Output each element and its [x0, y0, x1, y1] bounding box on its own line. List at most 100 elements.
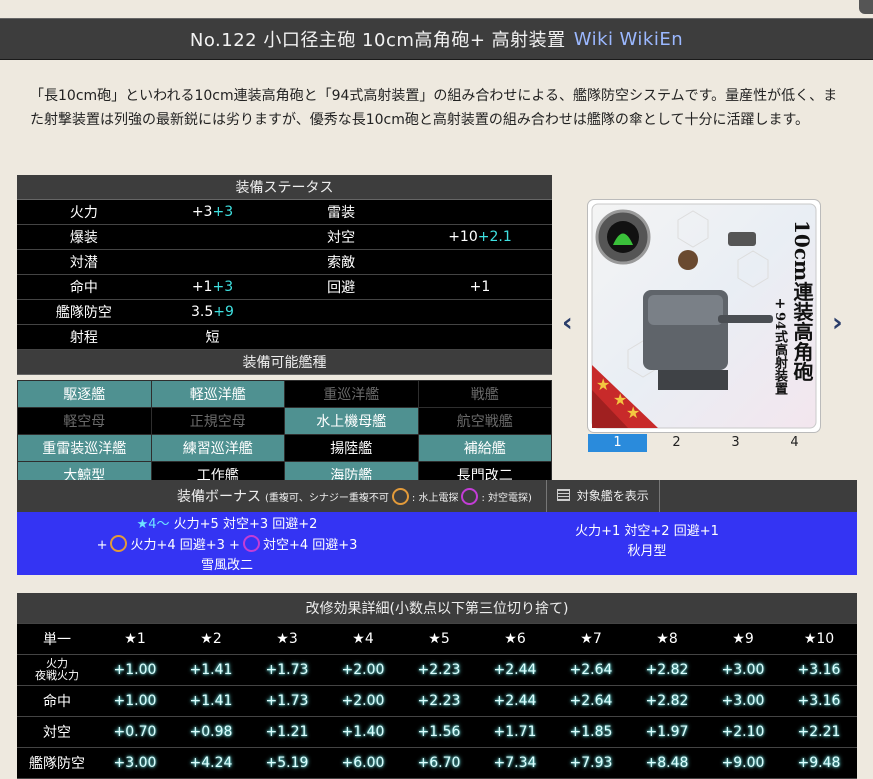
- stat-base: +10: [448, 229, 478, 245]
- improvement-star-level: ★4: [325, 623, 401, 655]
- status-value: [408, 250, 552, 275]
- ships-title: 装備可能艦種: [17, 349, 552, 375]
- status-value: +1: [408, 275, 552, 300]
- ship-type-cell: 正規空母: [150, 407, 285, 435]
- ship-type-row: 軽空母 正規空母 水上機母艦 航空戦艦: [17, 407, 552, 435]
- improvement-value: +2.00: [325, 685, 401, 717]
- status-label: 火力: [69, 205, 98, 221]
- status-value: [408, 200, 552, 225]
- improvement-value: +2.21: [781, 716, 857, 748]
- show-target-ships-button[interactable]: 対象艦を表示: [545, 480, 660, 512]
- status-value: [151, 250, 274, 275]
- ship-type-cell: 重雷装巡洋艦: [17, 434, 152, 462]
- improvement-value: +2.23: [401, 685, 477, 717]
- improvement-value: +1.41: [173, 654, 249, 686]
- bonus-left-line2b: 対空+4 回避+3: [262, 538, 358, 553]
- card-name-main: 10cm連装高角砲: [790, 220, 814, 382]
- next-image-arrow-icon[interactable]: ›: [832, 308, 843, 338]
- image-pager: 1234: [588, 434, 824, 452]
- ship-type-cell: 補給艦: [417, 434, 552, 462]
- improvement-star-level: ★2: [173, 623, 249, 655]
- ship-type-row: 駆逐艦 軽巡洋艦 重巡洋艦 戦艦: [17, 380, 552, 408]
- improvement-row-label: 艦隊防空: [17, 747, 97, 779]
- improvement-star-level: ★9: [705, 623, 781, 655]
- improvement-star-level: ★7: [553, 623, 629, 655]
- improvement-star-level: ★3: [249, 623, 325, 655]
- bonus-left-line2a: 火力+4 回避+3 +: [130, 538, 240, 553]
- bonus-right: 火力+1 対空+2 回避+1 秋月型: [437, 522, 857, 562]
- status-value: +1+3: [151, 275, 274, 300]
- improvement-value: +5.19: [249, 747, 325, 779]
- wikien-link[interactable]: WikiEn: [620, 29, 684, 50]
- improvement-value: +6.00: [325, 747, 401, 779]
- list-icon: [556, 489, 570, 501]
- status-value: 短: [151, 325, 274, 350]
- status-label: 対潜: [69, 255, 98, 271]
- improvement-value: +4.24: [173, 747, 249, 779]
- stat-base: 3.5: [191, 304, 214, 320]
- improvement-star-level: ★8: [629, 623, 705, 655]
- improvement-value: +9.48: [781, 747, 857, 779]
- status-label: 対空: [327, 230, 356, 246]
- status-value: [408, 300, 552, 325]
- bonus-left-ship: 雪風改二: [200, 558, 253, 573]
- stat-bonus: +9: [213, 304, 234, 320]
- card-name-sub: 94式高射装置: [772, 312, 787, 396]
- ship-type-cell: 揚陸艦: [284, 434, 419, 462]
- bonus-right-ship: 秋月型: [627, 544, 667, 559]
- improvement-value: +1.73: [249, 654, 325, 686]
- improvement-value: +0.98: [173, 716, 249, 748]
- surface-radar-icon: [391, 487, 409, 505]
- status-label: 雷装: [327, 205, 356, 221]
- improvement-value: +1.56: [401, 716, 477, 748]
- status-label: 回避: [327, 280, 356, 296]
- improvement-value: +2.23: [401, 654, 477, 686]
- status-row: 爆装 対空 +10+2.1: [17, 224, 552, 250]
- equipment-bonus-header: 装備ボーナス (重複可、シナジー重複不可 : 水上電探 : 対空電探) 対象艦を…: [17, 480, 857, 512]
- image-page-2[interactable]: 2: [647, 434, 706, 452]
- improvement-value: +2.44: [477, 685, 553, 717]
- improvement-col-label: 単一: [17, 623, 97, 655]
- equipment-bonus-body: ★4～ 火力+5 対空+3 回避+2 + 火力+4 回避+3 + 対空+4 回避+3…: [17, 512, 857, 575]
- improvement-value: +2.10: [705, 716, 781, 748]
- scrollbar-thumb[interactable]: [859, 0, 873, 14]
- improvement-value: +1.97: [629, 716, 705, 748]
- improvement-row-label: 命中: [17, 685, 97, 717]
- ship-type-cell: 戦艦: [417, 380, 552, 408]
- bonus-title: 装備ボーナス: [177, 489, 261, 505]
- bonus-subtitle: (重複可、シナジー重複不可: [265, 492, 389, 504]
- equipment-card-image: ★ ★ ★ 10cm連装高角砲 + 94式高射装置: [588, 200, 820, 432]
- equipment-description: 「長10cm砲」といわれる10cm連装高角砲と「94式高射装置」の組み合わせによ…: [30, 88, 838, 128]
- status-row: 射程 短: [17, 324, 552, 350]
- card-name-plus: +: [774, 296, 786, 312]
- status-value: 3.5+9: [151, 300, 274, 325]
- air-radar-icon: [242, 535, 260, 552]
- improvement-row: 命中 +1.00 +1.41 +1.73 +2.00 +2.23 +2.44 +2.64 +2.…: [17, 685, 857, 717]
- status-value: +10+2.1: [408, 225, 552, 250]
- improvement-value: +2.64: [553, 654, 629, 686]
- improvement-value: +1.85: [553, 716, 629, 748]
- wiki-link[interactable]: Wiki: [574, 29, 614, 50]
- bonus-right-line: 火力+1 対空+2 回避+1: [575, 524, 719, 539]
- status-label: 索敵: [327, 255, 356, 271]
- prev-image-arrow-icon[interactable]: ‹: [562, 308, 573, 338]
- improvement-value: +2.64: [553, 685, 629, 717]
- improvement-value: +1.00: [97, 685, 173, 717]
- ship-type-cell: 航空戦艦: [417, 407, 552, 435]
- image-page-3[interactable]: 3: [706, 434, 765, 452]
- improvement-title: 改修効果詳細(小数点以下第三位切り捨て): [17, 593, 857, 624]
- status-row: 火力 +3+3 雷装: [17, 199, 552, 225]
- improvement-star-level: ★1: [97, 623, 173, 655]
- stat-base: +1: [469, 279, 491, 295]
- improvement-row: 火力 夜戦火力 +1.00 +1.41 +1.73 +2.00 +2.23 +2.44 +2.6…: [17, 654, 857, 686]
- surface-radar-icon: [110, 535, 128, 552]
- stat-bonus: +2.1: [477, 229, 512, 245]
- image-page-1[interactable]: 1: [588, 434, 647, 452]
- status-label: 爆装: [69, 230, 98, 246]
- image-page-4[interactable]: 4: [765, 434, 824, 452]
- improvement-value: +9.00: [705, 747, 781, 779]
- improvement-value: +2.82: [629, 685, 705, 717]
- improvement-row: 対空 +0.70 +0.98 +1.21 +1.40 +1.56 +1.71 +1.85 +1.…: [17, 716, 857, 748]
- surface-radar-label: : 水上電探: [411, 492, 459, 504]
- improvement-value: +2.44: [477, 654, 553, 686]
